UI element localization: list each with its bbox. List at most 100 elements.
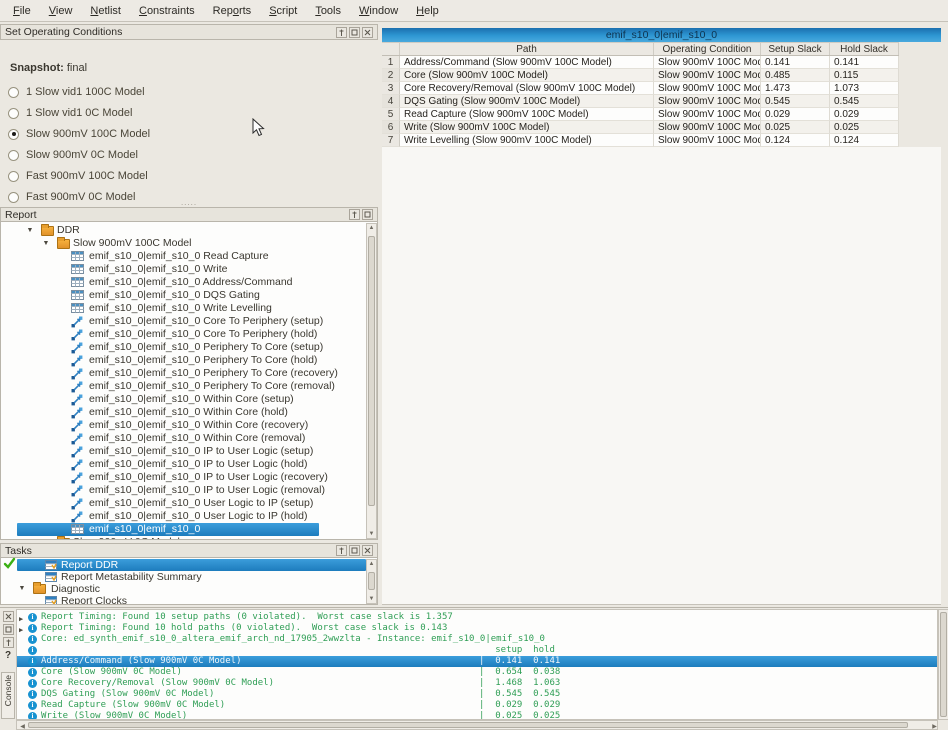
console-line[interactable]: i setup hold xyxy=(17,645,937,656)
tree-item[interactable]: emif_s10_0|emif_s10_0 Write xyxy=(1,263,377,276)
close-icon[interactable] xyxy=(3,611,14,622)
tree-item[interactable]: emif_s10_0|emif_s10_0 Write Levelling xyxy=(1,302,377,315)
transfer-report-icon xyxy=(71,511,83,523)
tree-item[interactable]: emif_s10_0|emif_s10_0 User Logic to IP (… xyxy=(1,497,377,510)
table-row[interactable]: 2Core (Slow 900mV 100C Model)Slow 900mV … xyxy=(382,69,899,82)
collapse-icon[interactable]: ▼ xyxy=(17,585,27,592)
pin-icon[interactable] xyxy=(336,545,347,556)
radio-icon[interactable] xyxy=(8,108,19,119)
tree-item[interactable]: emif_s10_0|emif_s10_0 IP to User Logic (… xyxy=(1,484,377,497)
tree-item[interactable]: emif_s10_0|emif_s10_0 User Logic to IP (… xyxy=(1,510,377,523)
tree-item[interactable]: emif_s10_0|emif_s10_0 IP to User Logic (… xyxy=(1,445,377,458)
tree-item[interactable]: emif_s10_0|emif_s10_0 Within Core (recov… xyxy=(1,419,377,432)
console-line[interactable]: iCore Recovery/Removal (Slow 900mV 0C Mo… xyxy=(17,678,937,689)
menu-item-tools[interactable]: Tools xyxy=(306,2,350,20)
tree-item[interactable]: emif_s10_0|emif_s10_0 Core To Periphery … xyxy=(1,315,377,328)
console-line[interactable]: iAddress/Command (Slow 900mV 0C Model)| … xyxy=(17,656,937,667)
tasks-scrollbar[interactable]: ▲ ▼ xyxy=(366,559,377,604)
tree-item[interactable]: emif_s10_0|emif_s10_0 Periphery To Core … xyxy=(1,367,377,380)
radio-option-1[interactable]: 1 Slow vid1 100C Model xyxy=(8,84,145,100)
transfer-report-icon xyxy=(71,485,83,497)
tree-item[interactable]: emif_s10_0|emif_s10_0 Read Capture xyxy=(1,250,377,263)
radio-option-3[interactable]: Slow 900mV 100C Model xyxy=(8,126,150,142)
tasks-panel-title: Tasks xyxy=(5,545,334,557)
tree-item[interactable]: ▼Slow 900mV 100C Model xyxy=(1,237,377,250)
table-row[interactable]: 1Address/Command (Slow 900mV 100C Model)… xyxy=(382,56,899,69)
console-vscrollbar[interactable] xyxy=(938,609,948,720)
column-header-hold-slack[interactable]: Hold Slack xyxy=(830,43,899,55)
tree-item[interactable]: emif_s10_0|emif_s10_0 Periphery To Core … xyxy=(1,354,377,367)
console-line[interactable]: iWrite (Slow 900mV 0C Model)| 0.025 0.02… xyxy=(17,711,937,720)
pin-icon[interactable] xyxy=(349,209,360,220)
radio-option-5[interactable]: Fast 900mV 100C Model xyxy=(8,168,148,184)
restore-icon[interactable] xyxy=(349,27,360,38)
menu-item-netlist[interactable]: Netlist xyxy=(81,2,130,20)
radio-icon[interactable] xyxy=(8,150,19,161)
task-item[interactable]: Report Clocks xyxy=(1,595,377,605)
tree-item[interactable]: ▼DDR xyxy=(1,224,377,237)
menu-item-help[interactable]: Help xyxy=(407,2,448,20)
restore-icon[interactable] xyxy=(349,545,360,556)
table-row[interactable]: 6Write (Slow 900mV 100C Model)Slow 900mV… xyxy=(382,121,899,134)
folder-icon xyxy=(33,584,46,594)
tree-item[interactable]: emif_s10_0|emif_s10_0 IP to User Logic (… xyxy=(1,471,377,484)
task-item[interactable]: Report Metastability Summary xyxy=(1,571,377,583)
restore-icon[interactable] xyxy=(3,624,14,635)
console-line[interactable]: iDQS Gating (Slow 900mV 0C Model)| 0.545… xyxy=(17,689,937,700)
column-header-path[interactable]: Path xyxy=(400,43,654,55)
tree-item-label: emif_s10_0|emif_s10_0 Periphery To Core … xyxy=(89,354,317,367)
task-item[interactable]: Report DDR xyxy=(1,559,377,571)
table-report-icon xyxy=(71,303,84,313)
tree-item[interactable]: emif_s10_0|emif_s10_0 Core To Periphery … xyxy=(1,328,377,341)
tree-item[interactable]: emif_s10_0|emif_s10_0 Periphery To Core … xyxy=(1,380,377,393)
row-number: 2 xyxy=(382,69,400,82)
menu-item-view[interactable]: View xyxy=(40,2,82,20)
restore-icon[interactable] xyxy=(362,209,373,220)
table-row[interactable]: 3Core Recovery/Removal (Slow 900mV 100C … xyxy=(382,82,899,95)
radio-icon[interactable] xyxy=(8,171,19,182)
row-number: 4 xyxy=(382,95,400,108)
pin-icon[interactable] xyxy=(3,637,14,648)
radio-icon[interactable] xyxy=(8,87,19,98)
console-line[interactable]: iCore (Slow 900mV 0C Model)| 0.654 0.038 xyxy=(17,667,937,678)
report-tree-scrollbar[interactable]: ▲ ▼ xyxy=(366,223,377,539)
menu-item-script[interactable]: Script xyxy=(260,2,306,20)
console-message-text: Report Timing: Found 10 hold paths (0 vi… xyxy=(41,623,447,634)
radio-option-2[interactable]: 1 Slow vid1 0C Model xyxy=(8,105,132,121)
splitter-handle[interactable]: ..... xyxy=(0,200,378,205)
radio-selected-icon[interactable] xyxy=(8,129,19,140)
table-row[interactable]: 5Read Capture (Slow 900mV 100C Model)Slo… xyxy=(382,108,899,121)
close-icon[interactable] xyxy=(362,27,373,38)
tree-item[interactable]: emif_s10_0|emif_s10_0 Address/Command xyxy=(1,276,377,289)
task-item[interactable]: ▼Diagnostic xyxy=(1,583,377,595)
close-icon[interactable] xyxy=(362,545,373,556)
tree-item[interactable]: emif_s10_0|emif_s10_0 Periphery To Core … xyxy=(1,341,377,354)
column-header-operating-condition[interactable]: Operating Condition xyxy=(654,43,761,55)
tree-item[interactable]: emif_s10_0|emif_s10_0 IP to User Logic (… xyxy=(1,458,377,471)
menu-item-window[interactable]: Window xyxy=(350,2,407,20)
console-line[interactable]: ▶iReport Timing: Found 10 setup paths (0… xyxy=(17,612,937,623)
collapse-icon[interactable]: ▼ xyxy=(25,227,35,234)
menu-item-reports[interactable]: Reports xyxy=(204,2,261,20)
radio-option-4[interactable]: Slow 900mV 0C Model xyxy=(8,147,138,163)
table-row[interactable]: 7Write Levelling (Slow 900mV 100C Model)… xyxy=(382,134,899,147)
column-header-setup-slack[interactable]: Setup Slack xyxy=(761,43,830,55)
tree-item[interactable]: emif_s10_0|emif_s10_0 DQS Gating xyxy=(1,289,377,302)
table-row[interactable]: 4DQS Gating (Slow 900mV 100C Model)Slow … xyxy=(382,95,899,108)
console-line[interactable]: iCore: ed_synth_emif_s10_0_altera_emif_a… xyxy=(17,634,937,645)
console-line[interactable]: iRead Capture (Slow 900mV 0C Model)| 0.0… xyxy=(17,700,937,711)
pin-icon[interactable] xyxy=(336,27,347,38)
tree-item[interactable]: emif_s10_0|emif_s10_0 xyxy=(1,523,377,536)
tree-item[interactable]: emif_s10_0|emif_s10_0 Within Core (remov… xyxy=(1,432,377,445)
info-icon: i xyxy=(28,690,37,699)
collapse-icon[interactable]: ▼ xyxy=(41,240,51,247)
menu-item-file[interactable]: File xyxy=(4,2,40,20)
console-tab[interactable]: Console xyxy=(1,672,15,719)
console-line[interactable]: ▶iReport Timing: Found 10 hold paths (0 … xyxy=(17,623,937,634)
help-icon[interactable]: ? xyxy=(0,650,16,661)
tree-item[interactable]: emif_s10_0|emif_s10_0 Within Core (setup… xyxy=(1,393,377,406)
menu-item-constraints[interactable]: Constraints xyxy=(130,2,204,20)
tree-item[interactable]: emif_s10_0|emif_s10_0 Within Core (hold) xyxy=(1,406,377,419)
console-slack-values: | 0.029 0.029 xyxy=(479,700,560,711)
tree-item-label: emif_s10_0|emif_s10_0 User Logic to IP (… xyxy=(89,510,308,523)
